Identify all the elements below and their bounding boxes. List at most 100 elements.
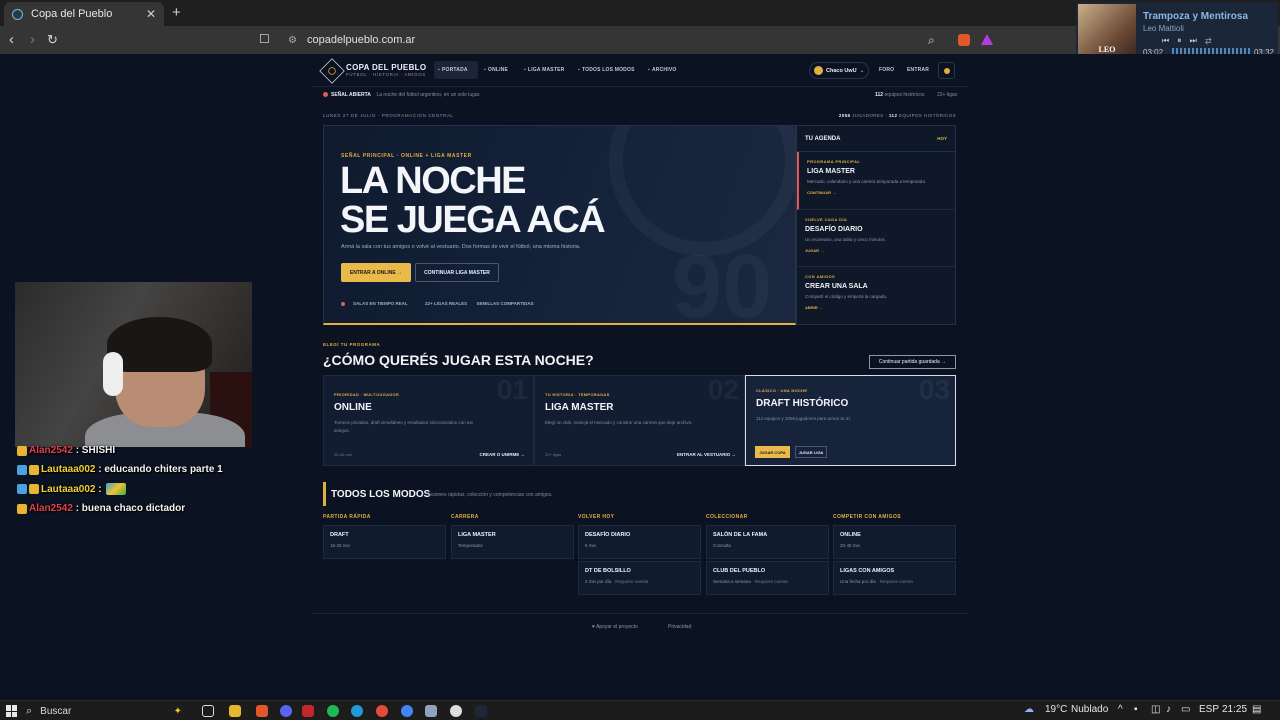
enter-online-button[interactable]: ENTRAR A ONLINE → (341, 263, 411, 282)
chat-message: Alan2542 : SHISHI (17, 445, 115, 456)
taskbar-search[interactable]: ⌕ Buscar ✦ (26, 703, 188, 719)
chrome-icon[interactable] (376, 705, 388, 717)
footer-divider (312, 613, 968, 614)
bookmark-icon[interactable]: ☐ (259, 32, 270, 46)
agenda-tag: HOY (937, 136, 947, 141)
brand-name[interactable]: COPA DEL PUEBLO (346, 63, 426, 72)
file-explorer-icon[interactable] (229, 705, 241, 717)
program-card-liga-master[interactable]: 02 TU HISTORIA · TEMPORADAS LIGA MASTER … (534, 375, 745, 466)
user-menu[interactable]: Chaco UwU ⌄ (809, 62, 869, 79)
program-card-draft[interactable]: 03 CLÁSICO · UNA NOCHE DRAFT HISTÓRICO 1… (745, 375, 956, 466)
tray-app-icon[interactable]: ▪ (1134, 704, 1138, 715)
notifications-icon[interactable]: ▤ (1252, 704, 1261, 715)
play-copa-button[interactable]: JUGAR COPA (755, 446, 790, 458)
address-bar[interactable]: ⚙ copadelpueblo.com.ar (280, 29, 950, 51)
forward-icon[interactable]: › (30, 31, 35, 48)
tray-chevron-icon[interactable]: ^ (1118, 704, 1123, 715)
battery-icon[interactable]: ▭ (1181, 704, 1190, 715)
create-join-link[interactable]: CREAR O UNIRME → (479, 452, 525, 457)
site-favicon-icon (12, 8, 23, 20)
continue-liga-master-button[interactable]: CONTINUAR LIGA MASTER (415, 263, 499, 282)
weather-desc[interactable]: Nublado (1071, 704, 1108, 715)
rewards-icon[interactable] (981, 34, 993, 45)
copilot-icon: ✦ (173, 705, 182, 717)
clock[interactable]: 21:25 (1222, 704, 1247, 715)
agenda-link[interactable]: CONTINUAR → (807, 190, 947, 195)
edge-icon[interactable] (351, 705, 363, 717)
hero-bg-number: 90 (672, 236, 772, 323)
hero-lead: Armá la sala con tus amigos o volvé al v… (341, 244, 581, 250)
agenda-item[interactable]: CON AMIGOS CREAR UNA SALA Compartí el có… (797, 267, 955, 325)
agenda-item[interactable]: VUELVE CADA DÍA DESAFÍO DIARIO Un escena… (797, 210, 955, 267)
url-text: copadelpueblo.com.ar (306, 34, 416, 46)
mode-item-liga-master[interactable]: LIGA MASTER Temporadas (451, 525, 574, 559)
modes-column-header: CARRERA (451, 514, 479, 520)
chrome-profile-icon[interactable] (401, 705, 413, 717)
nav-liga-master[interactable]: ▪ LIGA MASTER (524, 67, 564, 73)
nav-portada[interactable]: ▪ PORTADA (438, 67, 468, 73)
nav-todos-los-modos[interactable]: ▪ TODOS LOS MODOS (578, 67, 635, 73)
search-icon: ⌕ (26, 704, 33, 717)
modes-subtitle: Sesiones rápidas, colección y competenci… (426, 492, 553, 498)
hero-title: LA NOCHE SE JUEGA ACÁ (340, 160, 606, 241)
agenda-link[interactable]: JUGAR → (805, 248, 947, 253)
network-icon[interactable]: ◫ (1151, 704, 1160, 715)
mode-item-ligas-con-amigos[interactable]: LIGAS CON AMIGOS Una fecha por día Requier… (833, 561, 956, 595)
browser-tab[interactable]: Copa del Pueblo ✕ (4, 2, 164, 26)
discord-icon[interactable] (280, 705, 292, 717)
app-icon[interactable] (425, 705, 437, 717)
support-link[interactable]: ♥ Apoyar el proyecto (592, 624, 638, 630)
play-liga-button[interactable]: JUGAR LIGA (795, 446, 827, 458)
hero-banner: 90 SEÑAL PRINCIPAL · ONLINE + LIGA MASTE… (323, 125, 796, 325)
nav-entrar[interactable]: ENTRAR (907, 67, 929, 73)
mode-item-desafio-diario[interactable]: DESAFÍO DIARIO 5 min (578, 525, 701, 559)
brave-icon[interactable] (256, 705, 268, 717)
language-indicator[interactable]: ESP (1199, 704, 1219, 715)
logo-icon[interactable] (319, 58, 345, 84)
modes-title: TODOS LOS MODOS (331, 489, 431, 500)
weather-temp[interactable]: 19°C (1045, 704, 1067, 715)
task-view-icon[interactable] (202, 705, 214, 717)
chat-message: Lautaaa002 : educando chiters parte 1 (17, 464, 223, 475)
steam-icon[interactable] (475, 705, 487, 717)
site-settings-icon[interactable]: ⚙ (288, 35, 297, 46)
brand-tagline: FÚTBOL · HISTORIA · AMIGOS (346, 72, 426, 77)
volume-icon[interactable]: ♪ (1166, 704, 1171, 715)
chat-badge-icon (17, 464, 27, 475)
player-controls-icon[interactable]: ⏮ ⏸ ⏭ ⇄ (1162, 36, 1214, 46)
agenda-title: TU AGENDA (805, 135, 841, 142)
nav-foro[interactable]: FORO (879, 67, 894, 73)
agenda-item[interactable]: PROGRAMA PRINCIPAL LIGA MASTER Mercado, … (797, 152, 955, 210)
privacy-link[interactable]: Privacidad (668, 624, 691, 630)
taskbar: ⌕ Buscar ✦ ☁ 19°C Nublado ^ ▪ ◫ ♪ ▭ ESP … (0, 700, 1280, 720)
continue-saved-button[interactable]: Continuar partida guardada → (869, 355, 956, 369)
date-line: LUNES 27 DE JULIO · PROGRAMACIÓN CENTRAL (323, 113, 454, 118)
brave-shield-icon[interactable] (958, 34, 970, 46)
nav-online[interactable]: ▪ ONLINE (484, 67, 508, 73)
live-ticker: SEÑAL ABIERTA La noche del fútbol argent… (323, 92, 480, 98)
back-icon[interactable]: ‹ (9, 31, 14, 48)
modes-column-header: COMPETIR CON AMIGOS (833, 514, 901, 520)
new-tab-icon[interactable]: + (172, 4, 181, 21)
spotify-icon[interactable] (327, 705, 339, 717)
chat-badge-icon (29, 464, 39, 475)
chat-badge-icon (17, 445, 27, 456)
program-card-online[interactable]: 01 PRIORIDAD · MULTIJUGADOR ONLINE Torne… (323, 375, 534, 466)
obs-icon[interactable] (450, 705, 462, 717)
mode-item-club-del-pueblo[interactable]: CLUB DEL PUEBLO Semana a semana Requiere c… (706, 561, 829, 595)
mode-item-draft[interactable]: DRAFT 15-25 min (323, 525, 446, 559)
agenda-link[interactable]: ABRIR → (805, 305, 947, 310)
tab-close-icon[interactable]: ✕ (146, 7, 156, 21)
nav-archivo[interactable]: ▪ ARCHIVO (648, 67, 676, 73)
mode-item-salon-de-la-fama[interactable]: SALÓN DE LA FAMA Consulta (706, 525, 829, 559)
mode-item-online[interactable]: ONLINE 20-40 min (833, 525, 956, 559)
enter-locker-link[interactable]: ENTRAR AL VESTUARIO → (677, 452, 736, 457)
chat-badge-icon (17, 484, 27, 494)
chat-message: Alan2542 : buena chaco dictador (17, 503, 185, 514)
app-icon[interactable] (302, 705, 314, 717)
reload-icon[interactable]: ↻ (47, 32, 58, 48)
coins-icon[interactable] (938, 62, 955, 79)
windows-start-icon[interactable] (6, 705, 18, 717)
zoom-icon[interactable]: ⌕ (928, 33, 935, 48)
mode-item-dt-de-bolsillo[interactable]: DT DE BOLSILLO 2 min por día Requiere cuen… (578, 561, 701, 595)
